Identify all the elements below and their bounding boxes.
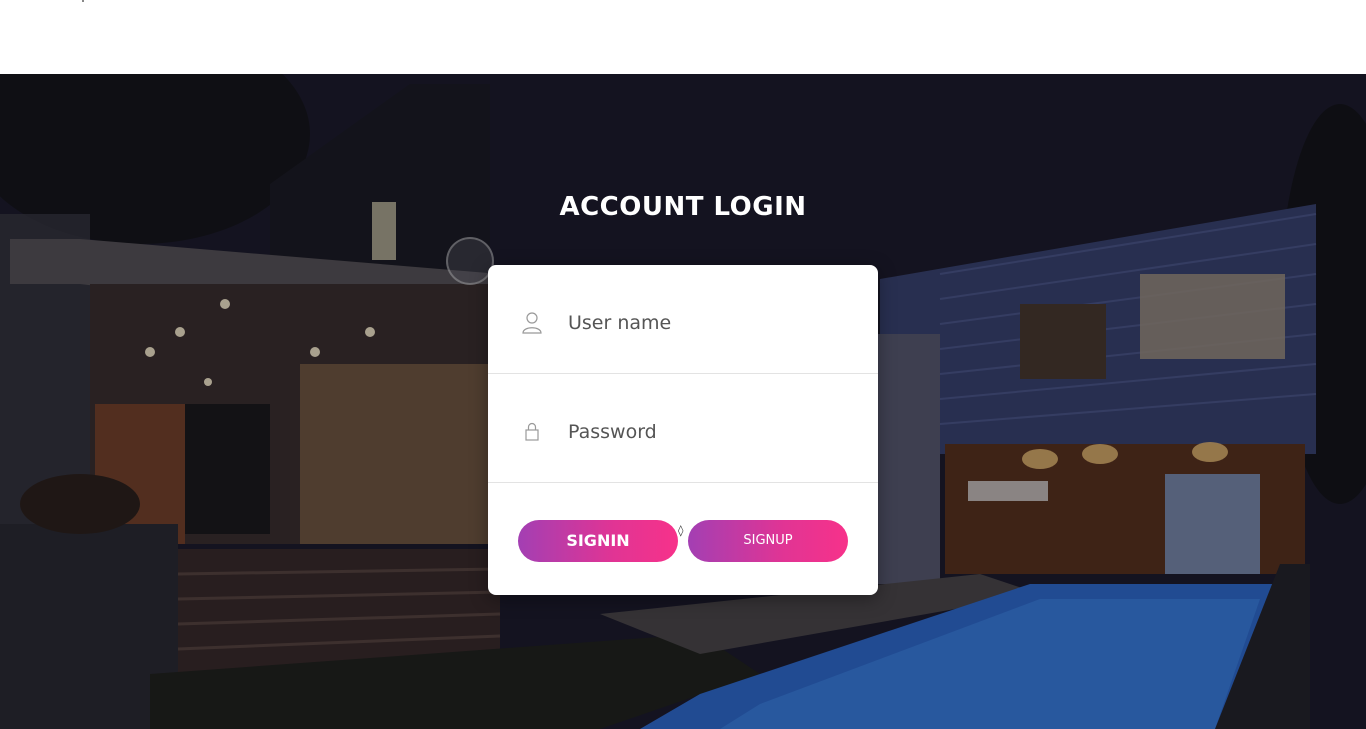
login-card: SIGNIN ◊ SIGNUP xyxy=(488,265,878,595)
password-row xyxy=(488,374,878,483)
lock-icon xyxy=(525,422,539,441)
button-separator: ◊ xyxy=(678,524,684,537)
username-input[interactable] xyxy=(568,303,848,343)
user-icon xyxy=(522,312,542,334)
top-header-bar xyxy=(0,0,1366,74)
page-title: ACCOUNT LOGIN xyxy=(559,192,807,222)
password-input[interactable] xyxy=(568,412,848,452)
header-dot xyxy=(82,0,84,2)
signin-button[interactable]: SIGNIN xyxy=(518,520,678,562)
watermark-seal xyxy=(446,237,494,285)
signup-button[interactable]: SIGNUP xyxy=(688,520,848,562)
username-row xyxy=(488,265,878,374)
